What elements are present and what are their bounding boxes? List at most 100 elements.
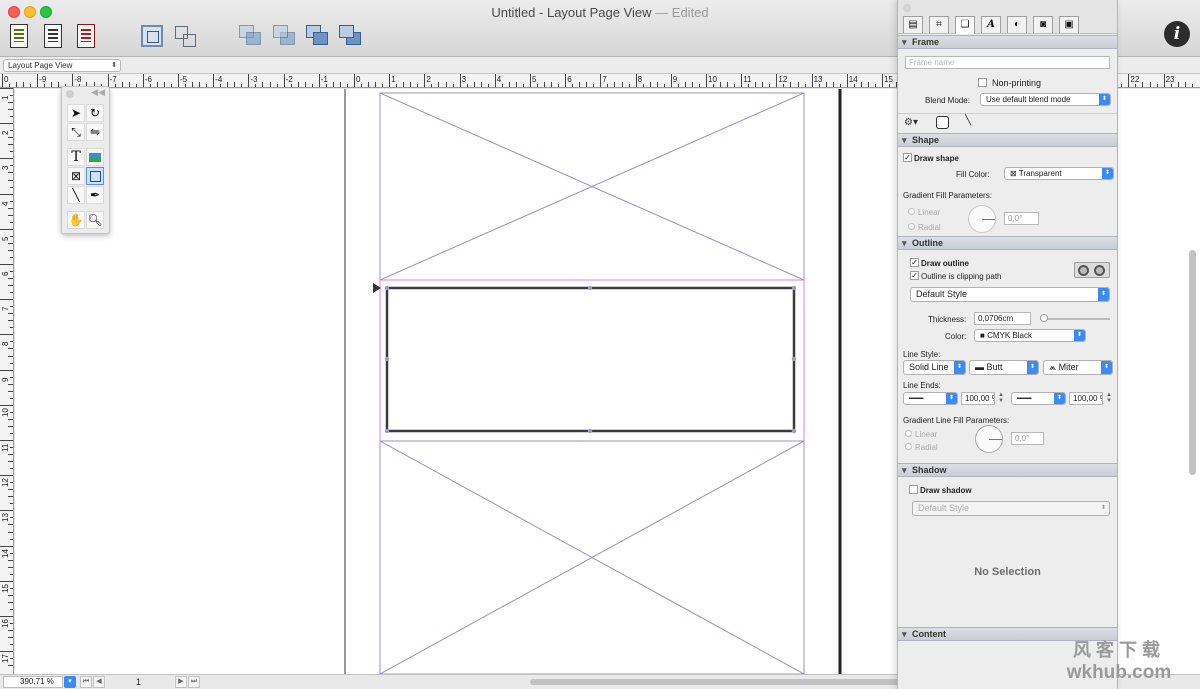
text-tool[interactable]: T [67, 148, 85, 166]
thickness-slider[interactable] [1040, 318, 1110, 320]
hand-tool[interactable]: ✋ [67, 211, 85, 229]
thickness-input[interactable]: 0,0706cm [974, 312, 1031, 325]
line-start-stepper[interactable]: ▲ ▼ [997, 392, 1005, 405]
bottom-image-frame[interactable] [379, 440, 805, 674]
new-pdf-doc-button[interactable] [73, 22, 99, 50]
tab-export[interactable]: ▣ [1059, 16, 1079, 33]
line-angle-dial[interactable] [975, 425, 1003, 453]
send-backward-button[interactable] [272, 22, 298, 50]
rectangle-tool[interactable] [86, 167, 104, 185]
shadow-section-header[interactable]: Shadow [898, 463, 1117, 477]
radial-radio[interactable] [908, 223, 915, 230]
handle[interactable] [384, 428, 390, 434]
handle[interactable] [587, 285, 593, 291]
outline-style-select[interactable]: Default Style ⬍ [910, 287, 1110, 302]
group-button[interactable] [139, 22, 165, 50]
non-printing-checkbox[interactable] [978, 78, 987, 87]
handle[interactable] [791, 285, 797, 291]
tab-image[interactable]: ◙ [1033, 16, 1053, 33]
line-end-select[interactable]: ━━━ ⬍ [1011, 392, 1066, 405]
blend-mode-select[interactable]: Use default blend mode ⬍ [980, 93, 1111, 106]
clipping-path-checkbox[interactable]: ✓ [910, 271, 919, 280]
line-radial-radio[interactable] [905, 443, 912, 450]
info-icon[interactable]: i [1164, 21, 1190, 47]
collapse-icon[interactable]: ◀◀ [91, 87, 105, 98]
frame-section-header[interactable]: Frame [898, 35, 1117, 49]
linear-radio[interactable] [908, 208, 915, 215]
image-frame-tool[interactable]: ⊠ [67, 167, 85, 185]
shape-mode-icon[interactable] [936, 116, 949, 129]
thickness-slider-knob[interactable] [1040, 314, 1048, 322]
palette-close-button[interactable] [66, 90, 74, 98]
fill-color-select[interactable]: ⊠ Transparent ⬍ [1004, 167, 1114, 180]
horizontal-scrollbar[interactable] [530, 679, 900, 685]
zoom-tool[interactable]: 🔍︎ [86, 211, 104, 229]
last-page-button[interactable]: ⏭ [188, 676, 200, 688]
ruler-major-tick [1128, 74, 1130, 87]
draw-outline-checkbox[interactable]: ✓ [910, 258, 919, 267]
edited-indicator[interactable]: — Edited [655, 5, 709, 20]
scale-tool[interactable]: ⤡ [67, 123, 85, 141]
updown-arrows-icon: ⬍ [1100, 505, 1107, 511]
line-cap-select[interactable]: ▬ Butt ⬍ [969, 360, 1039, 375]
outline-color-select[interactable]: ■ CMYK Black ⬍ [974, 329, 1086, 342]
clip-mode-buttons[interactable] [1074, 262, 1110, 278]
ruler-minor-tick [544, 82, 546, 87]
shape-section-header[interactable]: Shape [898, 133, 1117, 147]
line-end-scale-input[interactable]: 100,00 % [1069, 392, 1103, 405]
line-linear-radio[interactable] [905, 430, 912, 437]
arrow-tool[interactable]: ➤ [67, 104, 85, 122]
line-tool[interactable]: ╲ [67, 186, 85, 204]
tab-frame[interactable]: ❏ [955, 16, 975, 34]
inspector-close-button[interactable] [903, 4, 911, 12]
tab-page[interactable]: ▤ [903, 16, 923, 33]
bring-forward-button[interactable] [238, 22, 264, 50]
first-page-button[interactable]: ⏮ [80, 676, 92, 688]
zoom-field[interactable]: 390,71 % [3, 676, 63, 688]
handle[interactable] [384, 285, 390, 291]
line-start-select[interactable]: ━━━ ⬍ [903, 392, 958, 405]
tab-geometry[interactable]: ⌗ [929, 16, 949, 33]
flip-tool[interactable]: ⇋ [86, 123, 104, 141]
send-to-back-button[interactable] [338, 22, 364, 50]
ruler-minor-tick [1121, 84, 1123, 87]
line-start-scale-input[interactable]: 100,00 % [961, 392, 995, 405]
next-page-button[interactable]: ▶ [175, 676, 187, 688]
top-image-frame[interactable] [379, 92, 805, 281]
zoom-dropdown-button[interactable]: ▾ [64, 676, 76, 688]
handle[interactable] [384, 356, 390, 362]
ruler-minor-tick [135, 84, 137, 87]
fill-angle-dial[interactable] [968, 205, 996, 233]
ruler-minor-tick [192, 82, 194, 87]
pen-tool[interactable]: ✒ [86, 186, 104, 204]
draw-shadow-checkbox[interactable] [909, 485, 918, 494]
view-mode-select[interactable]: Layout Page View ⬍ [3, 59, 121, 72]
rotate-tool[interactable]: ↻ [86, 104, 104, 122]
line-end-stepper[interactable]: ▲ ▼ [1105, 392, 1113, 405]
fill-angle-input[interactable]: 0,0° [1004, 212, 1039, 225]
gear-icon[interactable]: ⚙▾ [904, 117, 918, 128]
new-text-doc-button[interactable] [6, 22, 32, 50]
bring-to-front-button[interactable] [305, 22, 331, 50]
new-layout-doc-button[interactable] [40, 22, 66, 50]
vertical-ruler[interactable]: 1 2 3 4 5 6 7 8 9 10 11 12 13 14 15 16 17 [0, 88, 14, 674]
line-angle-input[interactable]: 0,0° [1011, 432, 1044, 445]
shadow-style-select[interactable]: Default Style ⬍ [912, 501, 1110, 516]
handle[interactable] [587, 428, 593, 434]
draw-shape-checkbox[interactable]: ✓ [903, 153, 912, 162]
prev-page-button[interactable]: ◀ [93, 676, 105, 688]
line-join-select[interactable]: ⩕ Miter ⬍ [1043, 360, 1113, 375]
vertical-scrollbar[interactable] [1189, 250, 1196, 475]
line-mode-icon[interactable]: ╲ [965, 115, 971, 126]
outline-section-header[interactable]: Outline [898, 236, 1117, 250]
page-number[interactable]: 1 [136, 677, 141, 687]
handle[interactable] [791, 428, 797, 434]
selected-rectangle[interactable] [384, 285, 797, 434]
tab-colors[interactable]: ◐ [1007, 16, 1027, 33]
tab-text[interactable]: A [981, 16, 1001, 33]
frame-name-input[interactable]: Frame name [905, 56, 1110, 69]
ungroup-button[interactable] [172, 22, 198, 50]
handle[interactable] [791, 356, 797, 362]
image-tool[interactable] [86, 148, 104, 166]
line-style-select[interactable]: Solid Line ⬍ [903, 360, 966, 375]
